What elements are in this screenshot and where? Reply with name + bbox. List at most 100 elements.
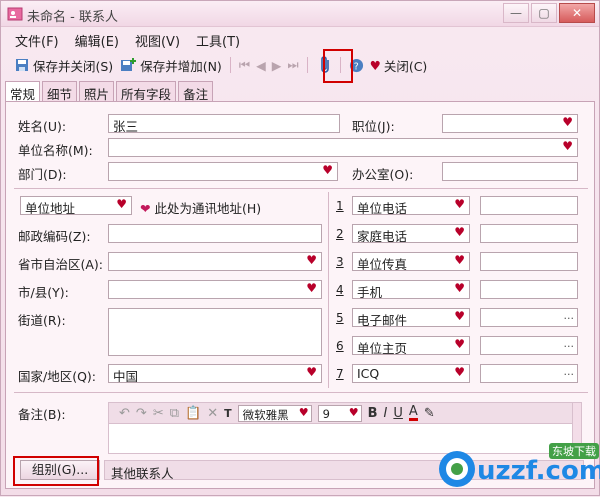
underline-button[interactable]: U	[393, 406, 403, 421]
phone-value-4[interactable]	[480, 280, 578, 299]
phone-type-3[interactable]: 单位传真	[352, 252, 470, 271]
position-dropdown[interactable]	[442, 114, 578, 133]
company-dropdown[interactable]	[108, 138, 578, 157]
tab-photo[interactable]: 照片	[79, 81, 115, 102]
contact-window: 未命名 - 联系人 — ▢ ✕ 文件(F) 编辑(E) 视图(V) 工具(T) …	[0, 0, 600, 496]
watermark-text: uzzf.com	[477, 456, 600, 486]
paste-icon[interactable]: 📋	[185, 406, 201, 421]
tab-bar: 常规 细节 照片 所有字段 备注	[5, 81, 215, 102]
next-record-button[interactable]: ▶	[269, 56, 285, 75]
column-divider	[328, 192, 329, 388]
address-type-dropdown[interactable]: 单位地址	[20, 196, 132, 215]
phone-type-1[interactable]: 单位电话	[352, 196, 470, 215]
street-label: 街道(R):	[18, 313, 66, 328]
bold-button[interactable]: B	[368, 406, 378, 421]
office-field[interactable]	[442, 162, 578, 181]
highlight-attach	[323, 49, 353, 83]
menu-tools[interactable]: 工具(T)	[190, 28, 246, 50]
postal-label: 邮政编码(Z):	[18, 229, 91, 244]
save-new-button[interactable]: 保存并增加(N)	[116, 54, 225, 77]
font-icon: T	[224, 406, 232, 420]
close-window-button[interactable]: ✕	[559, 3, 595, 23]
city-dropdown[interactable]	[108, 280, 322, 299]
svg-text:?: ?	[353, 61, 358, 72]
phone-type-6[interactable]: 单位主页	[352, 336, 470, 355]
heart-icon: ♥	[369, 57, 381, 73]
font-color-button[interactable]: A	[408, 405, 418, 421]
phone-value-6[interactable]: ...	[480, 336, 578, 355]
menu-bar: 文件(F) 编辑(E) 视图(V) 工具(T)	[1, 28, 599, 50]
first-record-button[interactable]: ⏮	[236, 55, 253, 75]
phone-num-3: 3	[336, 255, 344, 269]
name-field[interactable]: 张三	[108, 114, 340, 133]
phone-value-1[interactable]	[480, 196, 578, 215]
menu-edit[interactable]: 编辑(E)	[69, 28, 125, 50]
tab-details[interactable]: 细节	[42, 81, 78, 102]
phone-type-7[interactable]: ICQ	[352, 364, 470, 383]
italic-button[interactable]: I	[384, 406, 388, 421]
section-divider	[14, 392, 588, 393]
title-bar: 未命名 - 联系人 — ▢ ✕	[1, 1, 599, 27]
phone-num-1: 1	[336, 199, 344, 213]
font-name-dropdown[interactable]: 微软雅黑	[237, 404, 312, 422]
country-label: 国家/地区(Q):	[18, 369, 97, 384]
undo-icon[interactable]: ↶	[119, 406, 130, 421]
phone-num-2: 2	[336, 227, 344, 241]
toolbar-separator	[306, 57, 308, 73]
position-label: 职位(J):	[352, 119, 395, 134]
phone-value-2[interactable]	[480, 224, 578, 243]
province-label: 省市自治区(A):	[18, 257, 104, 272]
office-label: 办公室(O):	[352, 167, 414, 182]
phone-num-4: 4	[336, 283, 344, 297]
maximize-button[interactable]: ▢	[531, 3, 557, 23]
city-label: 市/县(Y):	[18, 285, 69, 300]
save-close-button[interactable]: 保存并关闭(S)	[11, 54, 116, 77]
name-label: 姓名(U):	[18, 119, 67, 134]
save-icon	[16, 59, 28, 71]
font-size-dropdown[interactable]: 9	[317, 404, 362, 422]
browse-ellipsis[interactable]: ...	[564, 365, 575, 378]
browse-ellipsis[interactable]: ...	[564, 309, 575, 322]
phone-value-3[interactable]	[480, 252, 578, 271]
copy-icon[interactable]: ⧉	[170, 406, 179, 421]
heart-arrow-icon: ❤	[140, 201, 151, 216]
close-button[interactable]: ♥ 关闭(C)	[367, 54, 431, 77]
tab-notes[interactable]: 备注	[178, 81, 214, 102]
company-label: 单位名称(M):	[18, 143, 93, 158]
phone-type-5[interactable]: 电子邮件	[352, 308, 470, 327]
province-dropdown[interactable]	[108, 252, 322, 271]
prev-record-button[interactable]: ◀	[253, 56, 269, 75]
menu-view[interactable]: 视图(V)	[129, 28, 186, 50]
phone-type-2[interactable]: 家庭电话	[352, 224, 470, 243]
save-new-icon	[121, 58, 137, 71]
country-dropdown[interactable]: 中国	[108, 364, 322, 383]
watermark-badge: 东坡下载	[552, 445, 596, 458]
contact-card-icon	[7, 7, 23, 21]
window-title: 未命名 - 联系人	[27, 10, 118, 25]
dept-label: 部门(D):	[18, 167, 67, 182]
highlight-pen-icon[interactable]: ✎	[424, 406, 435, 421]
redo-icon[interactable]: ↷	[136, 406, 147, 421]
last-record-button[interactable]: ⏭	[284, 55, 301, 75]
notes-label: 备注(B):	[18, 407, 66, 422]
postal-field[interactable]	[108, 224, 322, 243]
cut-icon[interactable]: ✂	[153, 406, 164, 421]
phone-num-5: 5	[336, 311, 344, 325]
toolbar-separator	[229, 57, 231, 73]
phone-value-5[interactable]: ...	[480, 308, 578, 327]
phone-type-4[interactable]: 手机	[352, 280, 470, 299]
street-field[interactable]	[108, 308, 322, 356]
tab-all-fields[interactable]: 所有字段	[116, 81, 177, 102]
highlight-group	[13, 456, 99, 486]
menu-file[interactable]: 文件(F)	[9, 28, 65, 50]
notes-format-toolbar: ↶ ↷ ✂ ⧉ 📋 ✕ T 微软雅黑 9 B I U A ✎	[108, 402, 576, 424]
uzzf-watermark-logo: uzzf.com 东坡下载	[439, 443, 600, 487]
phone-value-7[interactable]: ...	[480, 364, 578, 383]
dept-dropdown[interactable]	[108, 162, 338, 181]
mailing-address-checkbox[interactable]: ❤ 此处为通讯地址(H)	[140, 198, 261, 217]
delete-icon[interactable]: ✕	[207, 406, 218, 421]
toolbar: 保存并关闭(S) 保存并增加(N) ⏮ ◀ ▶ ⏭ ? ♥ 关闭(C)	[1, 52, 599, 78]
browse-ellipsis[interactable]: ...	[564, 337, 575, 350]
minimize-button[interactable]: —	[503, 3, 529, 23]
tab-general[interactable]: 常规	[5, 81, 41, 102]
